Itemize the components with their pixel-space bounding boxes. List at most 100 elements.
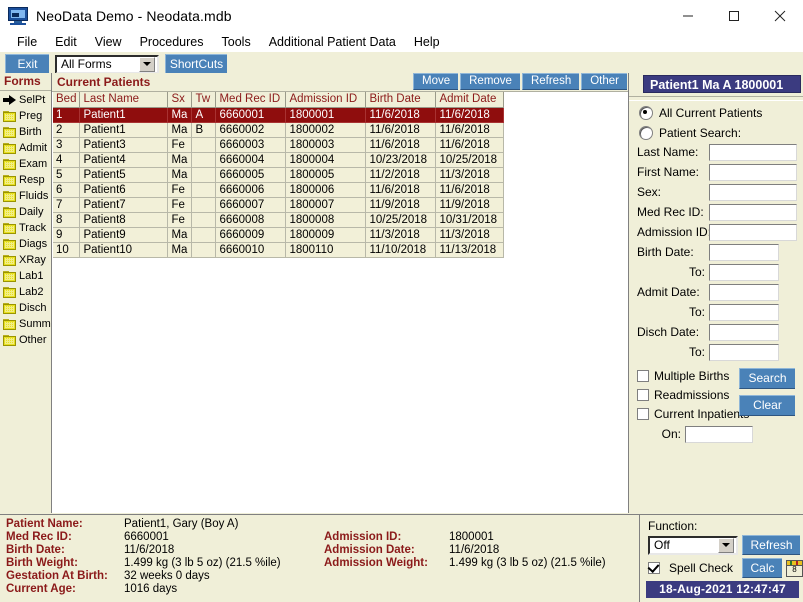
column-header[interactable]: Admission ID <box>285 92 367 108</box>
table-cell[interactable]: Patient10 <box>79 242 169 258</box>
table-cell[interactable]: Ma <box>167 227 193 243</box>
table-cell[interactable]: 11/6/2018 <box>365 182 437 198</box>
sidebar-item-diags[interactable]: Diags <box>0 236 51 252</box>
sidebar-item-selpt[interactable]: SelPt <box>0 92 51 108</box>
table-cell[interactable]: 11/10/2018 <box>365 242 437 258</box>
table-cell[interactable]: Patient7 <box>79 197 169 213</box>
minimize-icon[interactable] <box>665 0 711 32</box>
table-cell[interactable] <box>191 167 217 183</box>
patients-table[interactable]: Bed Last Name Sx Tw Med Rec ID Admission ID Bi… <box>53 92 505 258</box>
column-header[interactable]: Sx <box>167 92 193 108</box>
table-cell[interactable]: 10/25/2018 <box>365 212 437 228</box>
search-input-last-name[interactable] <box>709 143 797 161</box>
sidebar-item-other[interactable]: Other <box>0 332 51 348</box>
table-cell[interactable]: 6660006 <box>215 182 287 198</box>
sidebar-item-preg[interactable]: Preg <box>0 108 51 124</box>
remove-button[interactable]: Remove <box>460 73 520 90</box>
refresh-patients-button[interactable]: Refresh <box>521 73 580 90</box>
radio-icon-all-current[interactable] <box>639 106 653 120</box>
table-cell[interactable] <box>191 227 217 243</box>
chevron-down-icon[interactable] <box>718 537 734 553</box>
table-cell[interactable]: Ma <box>167 122 193 138</box>
table-cell[interactable]: 6660010 <box>215 242 287 258</box>
column-header[interactable]: Last Name <box>79 92 169 108</box>
table-cell[interactable]: 10/25/2018 <box>435 152 505 168</box>
function-select[interactable]: Off <box>648 535 738 555</box>
table-cell[interactable]: 1800004 <box>285 152 367 168</box>
table-cell[interactable]: 1800001 <box>285 107 367 123</box>
calc-button[interactable]: Calc <box>742 558 782 578</box>
table-row[interactable]: 3 Patient3 Fe 6660003 1800003 11/6/2018 11/6/2… <box>53 137 505 153</box>
checkbox-icon[interactable] <box>637 407 649 420</box>
table-cell[interactable]: 9 <box>53 227 81 243</box>
exit-button[interactable]: Exit <box>5 54 49 74</box>
table-row[interactable]: 2 Patient1 Ma B 6660002 1800002 11/6/2018 11/6/… <box>53 122 505 138</box>
on-date-input[interactable] <box>685 425 753 443</box>
table-row[interactable]: 7 Patient7 Fe 6660007 1800007 11/9/2018 11/9/2… <box>53 197 505 213</box>
patients-table-body[interactable]: 1 Patient1 Ma A 6660001 1800001 11/6/2018 11/6/… <box>53 107 505 258</box>
table-cell[interactable]: Patient6 <box>79 182 169 198</box>
table-row[interactable]: 6 Patient6 Fe 6660006 1800006 11/6/2018 11/6/2… <box>53 182 505 198</box>
menu-item-help[interactable]: Help <box>405 33 449 51</box>
column-header[interactable]: Admit Date <box>435 92 505 108</box>
table-cell[interactable]: 11/6/2018 <box>365 122 437 138</box>
sidebar-item-lab1[interactable]: Lab1 <box>0 268 51 284</box>
table-cell[interactable]: Fe <box>167 137 193 153</box>
table-cell[interactable]: Fe <box>167 212 193 228</box>
close-icon[interactable] <box>757 0 803 32</box>
table-cell[interactable]: 11/6/2018 <box>435 182 505 198</box>
table-cell[interactable]: 11/6/2018 <box>435 137 505 153</box>
table-cell[interactable]: B <box>191 122 217 138</box>
menu-item-additional-patient-data[interactable]: Additional Patient Data <box>260 33 405 51</box>
table-cell[interactable]: 11/6/2018 <box>365 107 437 123</box>
sidebar-item-track[interactable]: Track <box>0 220 51 236</box>
sidebar-item-birth[interactable]: Birth <box>0 124 51 140</box>
table-row[interactable]: 9 Patient9 Ma 6660009 1800009 11/3/2018 11/3/2… <box>53 227 505 243</box>
table-cell[interactable]: Patient3 <box>79 137 169 153</box>
table-cell[interactable]: 6 <box>53 182 81 198</box>
table-cell[interactable]: 11/6/2018 <box>365 137 437 153</box>
table-cell[interactable]: Ma <box>167 152 193 168</box>
table-cell[interactable]: 6660003 <box>215 137 287 153</box>
table-cell[interactable]: Fe <box>167 182 193 198</box>
search-input-disch-date[interactable] <box>709 323 779 341</box>
table-cell[interactable]: 6660007 <box>215 197 287 213</box>
table-cell[interactable]: 11/6/2018 <box>435 122 505 138</box>
table-cell[interactable]: Fe <box>167 197 193 213</box>
table-cell[interactable]: 6660008 <box>215 212 287 228</box>
table-cell[interactable]: 8 <box>53 212 81 228</box>
search-input-admission-id[interactable] <box>709 223 797 241</box>
calendar-icon[interactable]: 8 <box>786 559 803 577</box>
table-cell[interactable]: 1800005 <box>285 167 367 183</box>
clear-button[interactable]: Clear <box>739 395 795 416</box>
sidebar-item-resp[interactable]: Resp <box>0 172 51 188</box>
search-input-to[interactable] <box>709 303 779 321</box>
table-cell[interactable]: Patient5 <box>79 167 169 183</box>
sidebar-item-xray[interactable]: XRay <box>0 252 51 268</box>
table-cell[interactable]: 5 <box>53 167 81 183</box>
sidebar-item-disch[interactable]: Disch <box>0 300 51 316</box>
table-cell[interactable]: A <box>191 107 217 123</box>
table-cell[interactable]: Ma <box>167 242 193 258</box>
menu-item-edit[interactable]: Edit <box>46 33 86 51</box>
table-cell[interactable]: 1800008 <box>285 212 367 228</box>
search-input-admit-date[interactable] <box>709 283 779 301</box>
sidebar-item-fluids[interactable]: Fluids <box>0 188 51 204</box>
search-input-first-name[interactable] <box>709 163 797 181</box>
menu-item-procedures[interactable]: Procedures <box>131 33 213 51</box>
radio-all-current-patients[interactable]: All Current Patients <box>639 104 803 122</box>
table-cell[interactable]: Patient1 <box>79 107 169 123</box>
table-cell[interactable]: 6660001 <box>215 107 287 123</box>
sidebar-item-admit[interactable]: Admit <box>0 140 51 156</box>
sidebar-item-exam[interactable]: Exam <box>0 156 51 172</box>
column-header[interactable]: Bed <box>53 92 81 108</box>
search-button[interactable]: Search <box>739 368 795 389</box>
table-cell[interactable]: 6660009 <box>215 227 287 243</box>
table-cell[interactable]: Patient9 <box>79 227 169 243</box>
menu-item-file[interactable]: File <box>8 33 46 51</box>
column-header[interactable]: Birth Date <box>365 92 437 108</box>
table-cell[interactable] <box>191 212 217 228</box>
maximize-icon[interactable] <box>711 0 757 32</box>
table-cell[interactable]: 6660005 <box>215 167 287 183</box>
checkbox-icon[interactable] <box>637 369 649 382</box>
